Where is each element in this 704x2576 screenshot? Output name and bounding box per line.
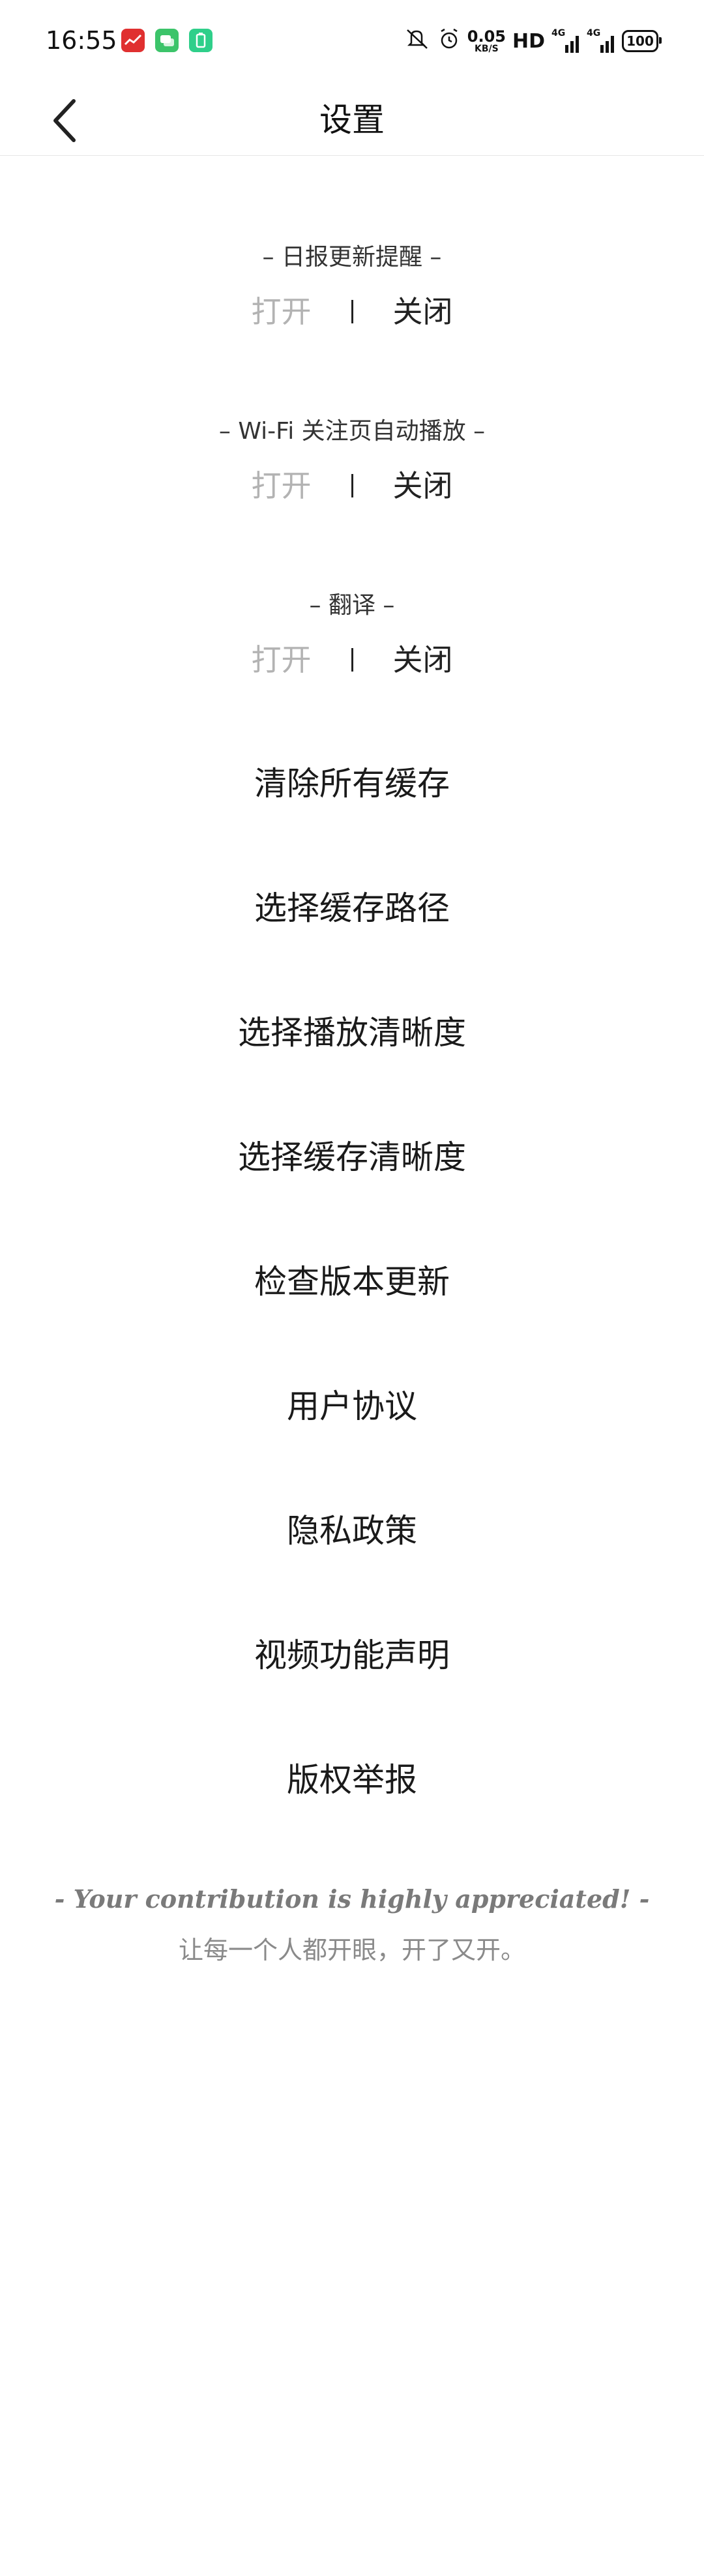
toggle-on-option[interactable]: 打开 — [246, 466, 317, 505]
battery-icon: 100 — [622, 30, 662, 52]
toggle-row: 打开 关闭 — [0, 292, 704, 331]
toggle-separator — [351, 648, 353, 672]
network-speed-unit: KB/S — [475, 44, 499, 54]
hd-indicator: HD — [512, 29, 545, 53]
chevron-left-icon — [53, 99, 76, 142]
back-button[interactable] — [39, 91, 91, 150]
playback-quality-item[interactable]: 选择播放清晰度 — [0, 1000, 704, 1065]
status-bar: 16:55 0.05 KB/S HD 4G 4G 100 — [0, 0, 704, 85]
mute-icon — [405, 27, 431, 55]
video-disclaimer-item[interactable]: 视频功能声明 — [0, 1623, 704, 1688]
footer-subtitle: 让每一个人都开眼，开了又开。 — [178, 1936, 525, 1964]
cache-quality-item[interactable]: 选择缓存清晰度 — [0, 1125, 704, 1190]
toggle-separator — [351, 300, 353, 323]
user-agreement-item[interactable]: 用户协议 — [0, 1374, 704, 1439]
signal-icon-2: 4G — [587, 28, 615, 53]
section-title: – Wi-Fi 关注页自动播放 – — [218, 418, 486, 445]
translate-section: – 翻译 – 打开 关闭 — [0, 589, 704, 679]
toggle-row: 打开 关闭 — [0, 466, 704, 505]
toggle-separator — [351, 474, 353, 497]
check-update-item[interactable]: 检查版本更新 — [0, 1249, 704, 1314]
section-title: – 日报更新提醒 – — [262, 244, 442, 271]
daily-reminder-section: – 日报更新提醒 – 打开 关闭 — [0, 241, 704, 331]
toggle-off-option[interactable]: 关闭 — [387, 466, 459, 505]
copyright-report-item[interactable]: 版权举报 — [0, 1747, 704, 1813]
page-title: 设置 — [319, 101, 385, 139]
privacy-policy-item[interactable]: 隐私政策 — [0, 1498, 704, 1563]
status-icons: 0.05 KB/S HD 4G 4G 100 — [405, 25, 662, 57]
toggle-off-option[interactable]: 关闭 — [387, 292, 459, 331]
navigation-bar: 设置 — [0, 85, 704, 156]
toggle-row: 打开 关闭 — [0, 640, 704, 679]
signal-2-label: 4G — [587, 28, 601, 38]
status-time: 16:55 — [46, 26, 117, 55]
wifi-autoplay-section: – Wi-Fi 关注页自动播放 – 打开 关闭 — [0, 415, 704, 505]
messages-app-icon — [155, 29, 179, 52]
clear-cache-item[interactable]: 清除所有缓存 — [0, 751, 704, 816]
network-speed-value: 0.05 — [467, 27, 506, 46]
cache-path-item[interactable]: 选择缓存路径 — [0, 876, 704, 941]
toggle-off-option[interactable]: 关闭 — [387, 640, 459, 679]
toggle-on-option[interactable]: 打开 — [246, 292, 317, 331]
toggle-on-option[interactable]: 打开 — [246, 640, 317, 679]
section-title: – 翻译 – — [309, 592, 395, 619]
signal-icon-1: 4G — [551, 28, 580, 53]
network-speed: 0.05 KB/S — [467, 29, 506, 53]
battery-app-icon — [189, 29, 213, 52]
stocks-app-icon — [121, 29, 145, 52]
alarm-icon — [437, 27, 461, 55]
footer-quote: - Your contribution is highly appreciate… — [54, 1884, 650, 1914]
signal-1-label: 4G — [551, 28, 566, 38]
